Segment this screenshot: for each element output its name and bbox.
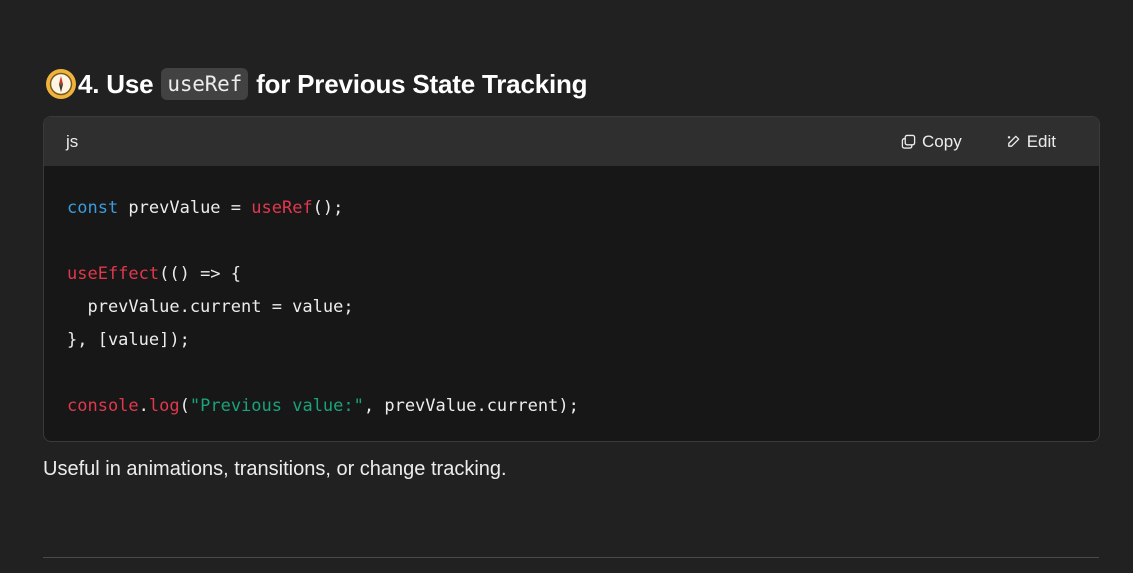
code-token: prevValue.current = value; (67, 297, 354, 317)
code-block-header: js Copy Edit (44, 117, 1099, 166)
explanation-text: Useful in animations, transitions, or ch… (43, 458, 507, 480)
code-token: . (138, 396, 149, 416)
code-line: prevValue.current = value; (67, 291, 1099, 324)
edit-icon (1007, 135, 1020, 147)
code-token: }, [value]); (67, 330, 190, 350)
code-token: const (67, 198, 119, 218)
code-token: "Previous value:" (189, 396, 364, 416)
code-token: (); (312, 198, 344, 218)
code-block: js Copy Edit const prevValue = useRef();… (43, 116, 1100, 442)
code-token: prevValue = (118, 198, 252, 218)
copy-button[interactable]: Copy (901, 132, 962, 152)
code-token: , prevValue.current); (363, 396, 579, 416)
code-actions: Copy Edit (901, 132, 1056, 152)
heading-prefix: 4. Use (78, 68, 154, 99)
code-body: const prevValue = useRef(); useEffect(()… (44, 166, 1099, 423)
code-token: log (148, 396, 180, 416)
section-heading: 4. Use useRef for Previous State Trackin… (46, 64, 588, 104)
code-line: useEffect(() => { (67, 258, 1099, 291)
copy-icon (901, 134, 916, 149)
heading-inline-code: useRef (161, 68, 249, 100)
heading-suffix: for Previous State Tracking (256, 68, 588, 99)
code-token: (() => { (159, 264, 242, 284)
code-line: }, [value]); (67, 324, 1099, 357)
edit-button[interactable]: Edit (1006, 132, 1056, 152)
code-token: useRef (251, 198, 313, 218)
code-token: useEffect (67, 264, 160, 284)
divider (43, 557, 1099, 558)
code-language-label: js (66, 131, 79, 151)
edit-label: Edit (1026, 131, 1056, 151)
code-token: console (67, 396, 139, 416)
code-line: const prevValue = useRef(); (67, 192, 1099, 225)
copy-label: Copy (922, 131, 962, 151)
compass-icon (46, 69, 76, 99)
code-line: console.log("Previous value:", prevValue… (67, 390, 1099, 423)
code-token: ( (179, 396, 190, 416)
